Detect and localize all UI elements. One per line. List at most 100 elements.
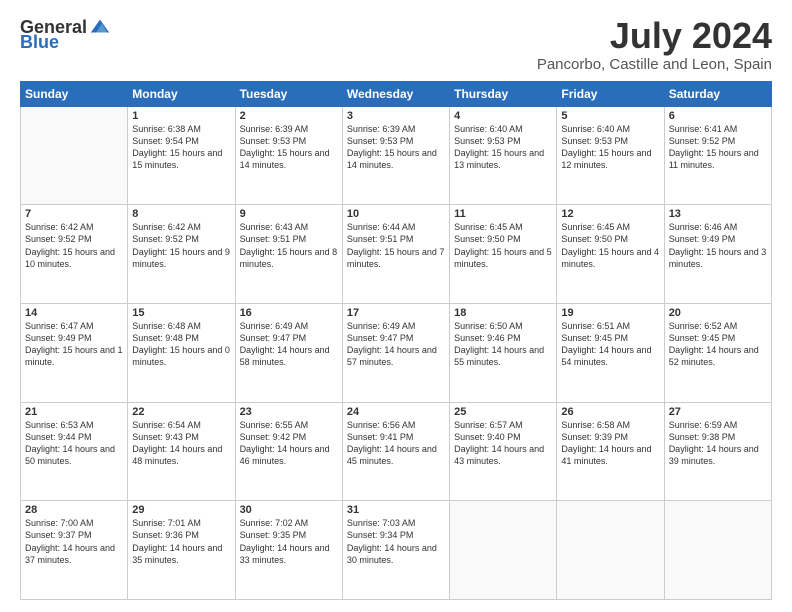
day-number: 3 (347, 110, 445, 122)
sunrise-text: Sunrise: 6:42 AM (132, 222, 201, 232)
table-row: 26 Sunrise: 6:58 AM Sunset: 9:39 PM Dayl… (557, 402, 664, 501)
day-number: 29 (132, 504, 230, 516)
cell-info: Sunrise: 6:39 AM Sunset: 9:53 PM Dayligh… (347, 123, 445, 172)
sunset-text: Sunset: 9:36 PM (132, 530, 199, 540)
day-number: 13 (669, 208, 767, 220)
day-number: 15 (132, 307, 230, 319)
table-row: 27 Sunrise: 6:59 AM Sunset: 9:38 PM Dayl… (664, 402, 771, 501)
sunrise-text: Sunrise: 6:45 AM (454, 222, 523, 232)
table-row (557, 501, 664, 600)
table-row: 14 Sunrise: 6:47 AM Sunset: 9:49 PM Dayl… (21, 303, 128, 402)
cell-info: Sunrise: 6:43 AM Sunset: 9:51 PM Dayligh… (240, 221, 338, 270)
cell-info: Sunrise: 6:39 AM Sunset: 9:53 PM Dayligh… (240, 123, 338, 172)
sunset-text: Sunset: 9:51 PM (347, 234, 414, 244)
day-number: 8 (132, 208, 230, 220)
sunset-text: Sunset: 9:38 PM (669, 432, 736, 442)
calendar-week-row: 7 Sunrise: 6:42 AM Sunset: 9:52 PM Dayli… (21, 205, 772, 304)
day-number: 1 (132, 110, 230, 122)
header-friday: Friday (557, 81, 664, 106)
header: General Blue July 2024 Pancorbo, Castill… (20, 16, 772, 73)
sunrise-text: Sunrise: 6:58 AM (561, 420, 630, 430)
day-number: 23 (240, 406, 338, 418)
daylight-text: Daylight: 15 hours and 0 minutes. (132, 345, 230, 367)
day-number: 19 (561, 307, 659, 319)
cell-info: Sunrise: 6:44 AM Sunset: 9:51 PM Dayligh… (347, 221, 445, 270)
calendar-week-row: 28 Sunrise: 7:00 AM Sunset: 9:37 PM Dayl… (21, 501, 772, 600)
daylight-text: Daylight: 14 hours and 58 minutes. (240, 345, 330, 367)
daylight-text: Daylight: 14 hours and 45 minutes. (347, 444, 437, 466)
logo-icon (89, 16, 111, 38)
daylight-text: Daylight: 14 hours and 57 minutes. (347, 345, 437, 367)
sunrise-text: Sunrise: 6:39 AM (347, 124, 416, 134)
day-number: 11 (454, 208, 552, 220)
daylight-text: Daylight: 15 hours and 14 minutes. (240, 148, 330, 170)
cell-info: Sunrise: 6:38 AM Sunset: 9:54 PM Dayligh… (132, 123, 230, 172)
sunrise-text: Sunrise: 6:57 AM (454, 420, 523, 430)
table-row (21, 106, 128, 205)
table-row: 24 Sunrise: 6:56 AM Sunset: 9:41 PM Dayl… (342, 402, 449, 501)
header-thursday: Thursday (450, 81, 557, 106)
cell-info: Sunrise: 6:40 AM Sunset: 9:53 PM Dayligh… (454, 123, 552, 172)
sunset-text: Sunset: 9:45 PM (669, 333, 736, 343)
logo: General Blue (20, 16, 111, 53)
sunset-text: Sunset: 9:40 PM (454, 432, 521, 442)
table-row: 31 Sunrise: 7:03 AM Sunset: 9:34 PM Dayl… (342, 501, 449, 600)
daylight-text: Daylight: 15 hours and 11 minutes. (669, 148, 759, 170)
day-number: 12 (561, 208, 659, 220)
cell-info: Sunrise: 6:54 AM Sunset: 9:43 PM Dayligh… (132, 419, 230, 468)
table-row: 17 Sunrise: 6:49 AM Sunset: 9:47 PM Dayl… (342, 303, 449, 402)
location-title: Pancorbo, Castille and Leon, Spain (537, 56, 772, 73)
sunset-text: Sunset: 9:52 PM (25, 234, 92, 244)
sunrise-text: Sunrise: 6:41 AM (669, 124, 738, 134)
day-number: 28 (25, 504, 123, 516)
cell-info: Sunrise: 6:59 AM Sunset: 9:38 PM Dayligh… (669, 419, 767, 468)
day-number: 21 (25, 406, 123, 418)
sunset-text: Sunset: 9:50 PM (454, 234, 521, 244)
day-number: 26 (561, 406, 659, 418)
daylight-text: Daylight: 15 hours and 10 minutes. (25, 247, 115, 269)
sunset-text: Sunset: 9:45 PM (561, 333, 628, 343)
sunset-text: Sunset: 9:49 PM (669, 234, 736, 244)
sunrise-text: Sunrise: 7:02 AM (240, 518, 309, 528)
table-row: 15 Sunrise: 6:48 AM Sunset: 9:48 PM Dayl… (128, 303, 235, 402)
daylight-text: Daylight: 14 hours and 52 minutes. (669, 345, 759, 367)
sunrise-text: Sunrise: 6:53 AM (25, 420, 94, 430)
sunrise-text: Sunrise: 6:52 AM (669, 321, 738, 331)
daylight-text: Daylight: 14 hours and 54 minutes. (561, 345, 651, 367)
table-row: 28 Sunrise: 7:00 AM Sunset: 9:37 PM Dayl… (21, 501, 128, 600)
calendar-week-row: 1 Sunrise: 6:38 AM Sunset: 9:54 PM Dayli… (21, 106, 772, 205)
day-number: 27 (669, 406, 767, 418)
daylight-text: Daylight: 15 hours and 13 minutes. (454, 148, 544, 170)
table-row: 25 Sunrise: 6:57 AM Sunset: 9:40 PM Dayl… (450, 402, 557, 501)
daylight-text: Daylight: 15 hours and 8 minutes. (240, 247, 338, 269)
sunset-text: Sunset: 9:54 PM (132, 136, 199, 146)
daylight-text: Daylight: 14 hours and 48 minutes. (132, 444, 222, 466)
cell-info: Sunrise: 7:01 AM Sunset: 9:36 PM Dayligh… (132, 517, 230, 566)
sunset-text: Sunset: 9:53 PM (347, 136, 414, 146)
cell-info: Sunrise: 6:42 AM Sunset: 9:52 PM Dayligh… (132, 221, 230, 270)
sunrise-text: Sunrise: 7:03 AM (347, 518, 416, 528)
sunset-text: Sunset: 9:48 PM (132, 333, 199, 343)
table-row: 10 Sunrise: 6:44 AM Sunset: 9:51 PM Dayl… (342, 205, 449, 304)
table-row: 23 Sunrise: 6:55 AM Sunset: 9:42 PM Dayl… (235, 402, 342, 501)
sunrise-text: Sunrise: 6:49 AM (347, 321, 416, 331)
sunset-text: Sunset: 9:52 PM (669, 136, 736, 146)
daylight-text: Daylight: 14 hours and 35 minutes. (132, 543, 222, 565)
day-number: 22 (132, 406, 230, 418)
table-row (664, 501, 771, 600)
cell-info: Sunrise: 6:52 AM Sunset: 9:45 PM Dayligh… (669, 320, 767, 369)
day-number: 14 (25, 307, 123, 319)
header-wednesday: Wednesday (342, 81, 449, 106)
daylight-text: Daylight: 15 hours and 14 minutes. (347, 148, 437, 170)
cell-info: Sunrise: 7:02 AM Sunset: 9:35 PM Dayligh… (240, 517, 338, 566)
sunset-text: Sunset: 9:42 PM (240, 432, 307, 442)
sunset-text: Sunset: 9:37 PM (25, 530, 92, 540)
cell-info: Sunrise: 6:47 AM Sunset: 9:49 PM Dayligh… (25, 320, 123, 369)
daylight-text: Daylight: 15 hours and 12 minutes. (561, 148, 651, 170)
calendar-header-row: Sunday Monday Tuesday Wednesday Thursday… (21, 81, 772, 106)
cell-info: Sunrise: 6:45 AM Sunset: 9:50 PM Dayligh… (561, 221, 659, 270)
daylight-text: Daylight: 15 hours and 15 minutes. (132, 148, 222, 170)
cell-info: Sunrise: 6:48 AM Sunset: 9:48 PM Dayligh… (132, 320, 230, 369)
page: General Blue July 2024 Pancorbo, Castill… (0, 0, 792, 612)
daylight-text: Daylight: 15 hours and 9 minutes. (132, 247, 230, 269)
